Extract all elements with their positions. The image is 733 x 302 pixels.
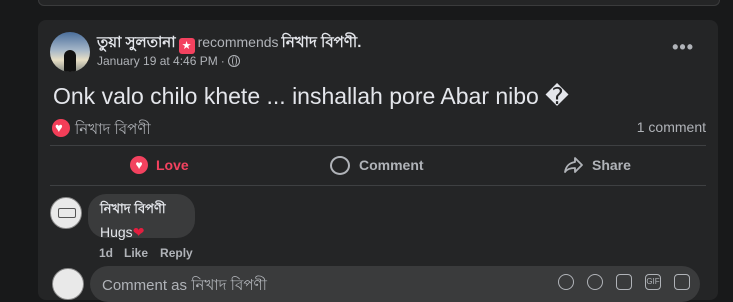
post-meta: January 19 at 4:46 PM · [97,54,240,68]
page-avatar [52,268,84,300]
globe-icon [227,55,240,67]
comment-actions: 1d Like Reply [99,246,205,260]
previous-post-edge [38,0,720,6]
heart-emoji-icon: ❤ [132,224,145,240]
comment-input-icons: GIF [558,274,690,290]
comment-label: Comment [359,157,424,173]
comment-like-button[interactable]: Like [124,246,148,260]
sticker-icon[interactable] [558,274,574,290]
share-label: Share [592,157,631,173]
post-header: তুয়া সুলতানা ★ recommends নিখাদ বিপণী. [97,34,362,54]
comment-author[interactable]: নিখাদ বিপণী [100,200,183,221]
comment-reply-button[interactable]: Reply [160,246,193,260]
gif-icon[interactable]: GIF [645,274,661,290]
post-card: তুয়া সুলতানা ★ recommends নিখাদ বিপণী. Jan… [38,20,718,302]
sticker-smile-icon[interactable] [674,274,690,290]
emoji-icon[interactable] [587,274,603,290]
comment-text: Hugs [100,224,133,240]
comment-time[interactable]: 1d [99,246,113,260]
more-icon[interactable]: ••• [672,38,694,56]
love-label: Love [156,157,189,173]
reaction-summary: নিখাদ বিপণী 1 comment [50,117,706,139]
divider [50,145,706,146]
comment-input[interactable]: Comment as নিখাদ বিপণী GIF [90,266,700,302]
author-name[interactable]: তুয়া সুলতানা [97,34,176,51]
heart-icon: ♥ [130,156,148,174]
comment-count[interactable]: 1 comment [637,119,706,135]
recommends-text: recommends [197,34,279,50]
post-text: Onk valo chilo khete ... inshallah pore … [53,83,569,109]
reaction-names[interactable]: নিখাদ বিপণী [75,118,151,143]
comment-bubble: নিখাদ বিপণী Hugs❤ [88,194,195,241]
divider [50,185,706,186]
page-name-link[interactable]: নিখাদ বিপণী [282,34,358,51]
commenter-avatar[interactable] [50,197,82,229]
meta-separator: · [220,54,225,68]
post-timestamp[interactable]: January 19 at 4:46 PM [97,54,218,68]
share-icon [564,157,583,173]
love-reaction-icon[interactable] [52,119,70,137]
love-button[interactable]: ♥ Love [130,148,189,182]
share-button[interactable]: Share [564,148,631,182]
comment-text-wrap: Hugs❤ [100,224,183,241]
comment-button[interactable]: Comment [330,148,424,182]
comment-icon [330,155,350,175]
camera-icon[interactable] [616,274,632,290]
recommend-badge-icon: ★ [178,38,195,54]
author-avatar[interactable] [50,32,90,72]
